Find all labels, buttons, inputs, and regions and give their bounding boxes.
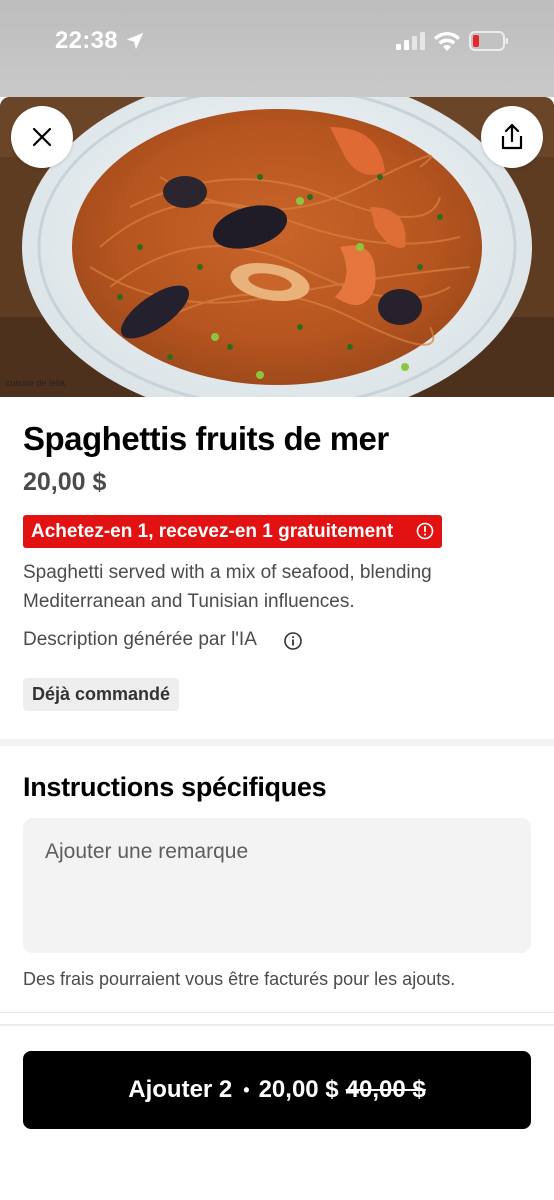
previously-ordered-badge: Déjà commandé <box>23 678 180 711</box>
battery-low-icon <box>469 31 508 51</box>
info-icon[interactable] <box>283 631 303 651</box>
fee-note: Des frais pourraient vous être facturés … <box>23 969 456 989</box>
spaghetti-seafood-image <box>0 97 554 397</box>
add-button-label: Ajouter 2 <box>128 1076 233 1103</box>
status-bar: 22:38 <box>0 0 554 97</box>
section-divider <box>0 739 554 746</box>
close-icon <box>32 127 52 147</box>
add-to-cart-button[interactable]: Ajouter 2 • 20,00 $ 40,00 $ <box>23 1051 531 1129</box>
add-button-price: 20,00 $ <box>258 1076 339 1103</box>
cellular-signal-icon <box>396 32 425 50</box>
item-description: Spaghetti served with a mix of seafood, … <box>23 562 432 612</box>
location-arrow-icon <box>126 32 144 50</box>
share-button[interactable] <box>481 106 543 168</box>
close-button[interactable] <box>11 106 73 168</box>
status-time: 22:38 <box>55 27 118 54</box>
photo-credit: cuisine de lella <box>6 378 66 388</box>
item-title: Spaghettis fruits de mer <box>23 420 389 457</box>
promo-banner[interactable]: Achetez-en 1, recevez-en 1 gratuitement <box>23 515 442 548</box>
wifi-icon <box>434 31 460 51</box>
share-icon <box>501 123 523 150</box>
dish-photo: cuisine de lella <box>0 97 554 397</box>
divider <box>0 1024 554 1026</box>
add-button-original-price: 40,00 $ <box>345 1076 426 1103</box>
special-instructions-input[interactable] <box>23 818 531 953</box>
instructions-title: Instructions spécifiques <box>23 772 327 802</box>
add-button-separator: • <box>243 1079 250 1100</box>
ai-description-note: Description générée par l'IA <box>23 629 257 650</box>
divider <box>0 1012 554 1013</box>
promo-text: Achetez-en 1, recevez-en 1 gratuitement <box>31 520 394 542</box>
info-icon[interactable] <box>416 522 434 540</box>
item-price: 20,00 $ <box>23 468 107 496</box>
